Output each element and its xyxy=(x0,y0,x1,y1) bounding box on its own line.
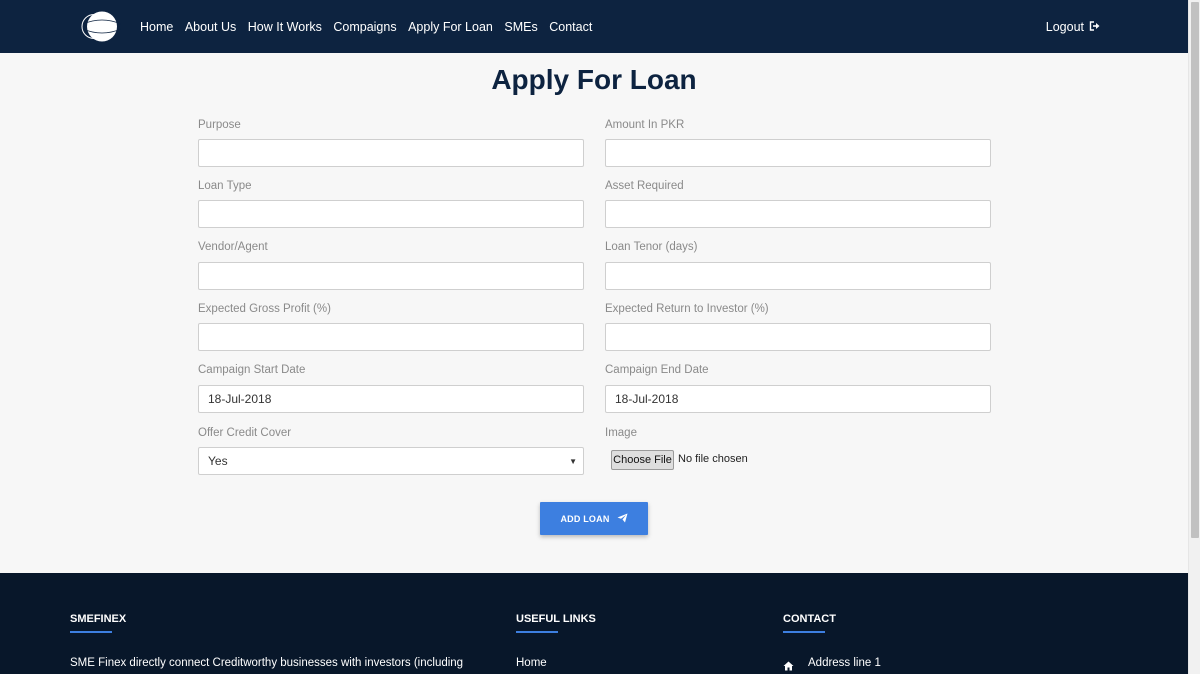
loan-type-label: Loan Type xyxy=(198,180,252,192)
start-date-group: Campaign Start Date xyxy=(198,362,584,413)
page-title: Apply For Loan xyxy=(491,64,697,95)
footer-about-text: SME Finex directly connect Creditworthy … xyxy=(70,657,464,669)
asset-label: Asset Required xyxy=(605,180,684,192)
tenor-input[interactable] xyxy=(605,262,991,290)
footer-contact-underline xyxy=(783,631,825,633)
tenor-group: Loan Tenor (days) xyxy=(605,239,991,290)
nav-about-us[interactable]: About Us xyxy=(185,20,236,34)
end-date-label: Campaign End Date xyxy=(605,364,709,376)
add-loan-button[interactable]: ADD LOAN xyxy=(540,502,648,535)
loan-type-input[interactable] xyxy=(198,200,584,228)
purpose-group: Purpose xyxy=(198,117,584,167)
end-date-input[interactable] xyxy=(605,385,991,413)
loan-type-group: Loan Type xyxy=(198,178,584,228)
footer-link-home[interactable]: Home xyxy=(516,657,547,669)
image-group: Image Choose File No file chosen xyxy=(605,425,991,470)
start-date-input[interactable] xyxy=(198,385,584,413)
sign-out-icon xyxy=(1084,20,1100,34)
vendor-label: Vendor/Agent xyxy=(198,241,268,253)
choose-file-button[interactable]: Choose File xyxy=(611,450,674,470)
amount-group: Amount In PKR xyxy=(605,117,991,167)
gross-profit-label: Expected Gross Profit (%) xyxy=(198,303,331,315)
footer: SMEFINEX SME Finex directly connect Cred… xyxy=(0,573,1188,674)
footer-links-heading: USEFUL LINKS xyxy=(516,613,596,625)
image-label: Image xyxy=(605,427,637,439)
logout-label: Logout xyxy=(1045,19,1084,34)
nav-home[interactable]: Home xyxy=(140,20,173,34)
gross-profit-group: Expected Gross Profit (%) xyxy=(198,301,584,351)
end-date-group: Campaign End Date xyxy=(605,362,991,413)
logout-link[interactable]: Logout xyxy=(1046,0,1100,53)
purpose-input[interactable] xyxy=(198,139,584,167)
start-date-label: Campaign Start Date xyxy=(198,364,306,376)
return-investor-group: Expected Return to Investor (%) xyxy=(605,301,991,351)
page-scrollbar[interactable] xyxy=(1188,0,1200,674)
nav-smes[interactable]: SMEs xyxy=(504,20,537,34)
file-status: No file chosen xyxy=(678,453,748,465)
purpose-label: Purpose xyxy=(198,119,241,131)
amount-input[interactable] xyxy=(605,139,991,167)
add-loan-label: ADD LOAN xyxy=(560,513,610,524)
nav-menu: Home About Us How It Works Compaigns App… xyxy=(140,0,604,53)
asset-input[interactable] xyxy=(605,200,991,228)
credit-cover-value: Yes xyxy=(208,454,228,468)
paper-plane-icon xyxy=(610,513,628,525)
credit-cover-group: Offer Credit Cover Yes ▼ xyxy=(198,425,584,475)
nav-how-it-works[interactable]: How It Works xyxy=(248,20,322,34)
nav-apply-for-loan[interactable]: Apply For Loan xyxy=(408,20,493,34)
credit-cover-select[interactable]: Yes ▼ xyxy=(198,447,584,475)
nav-campaigns[interactable]: Compaigns xyxy=(333,20,396,34)
asset-group: Asset Required xyxy=(605,178,991,228)
return-investor-input[interactable] xyxy=(605,323,991,351)
brand-logo[interactable] xyxy=(80,10,124,43)
amount-label: Amount In PKR xyxy=(605,119,685,131)
vendor-group: Vendor/Agent xyxy=(198,239,584,290)
footer-about-heading: SMEFINEX xyxy=(70,613,127,625)
home-icon xyxy=(783,658,794,674)
footer-links-underline xyxy=(516,631,558,633)
footer-address: Address line 1 xyxy=(808,657,881,669)
chevron-down-icon: ▼ xyxy=(569,456,577,466)
tenor-label: Loan Tenor (days) xyxy=(605,241,698,253)
footer-contact-heading: CONTACT xyxy=(783,613,836,625)
vendor-input[interactable] xyxy=(198,262,584,290)
return-investor-label: Expected Return to Investor (%) xyxy=(605,303,769,315)
credit-cover-label: Offer Credit Cover xyxy=(198,427,292,439)
footer-about-underline xyxy=(70,631,112,633)
scrollbar-thumb[interactable] xyxy=(1191,2,1199,538)
nav-contact[interactable]: Contact xyxy=(549,20,592,34)
gross-profit-input[interactable] xyxy=(198,323,584,351)
navbar: Home About Us How It Works Compaigns App… xyxy=(0,0,1188,53)
